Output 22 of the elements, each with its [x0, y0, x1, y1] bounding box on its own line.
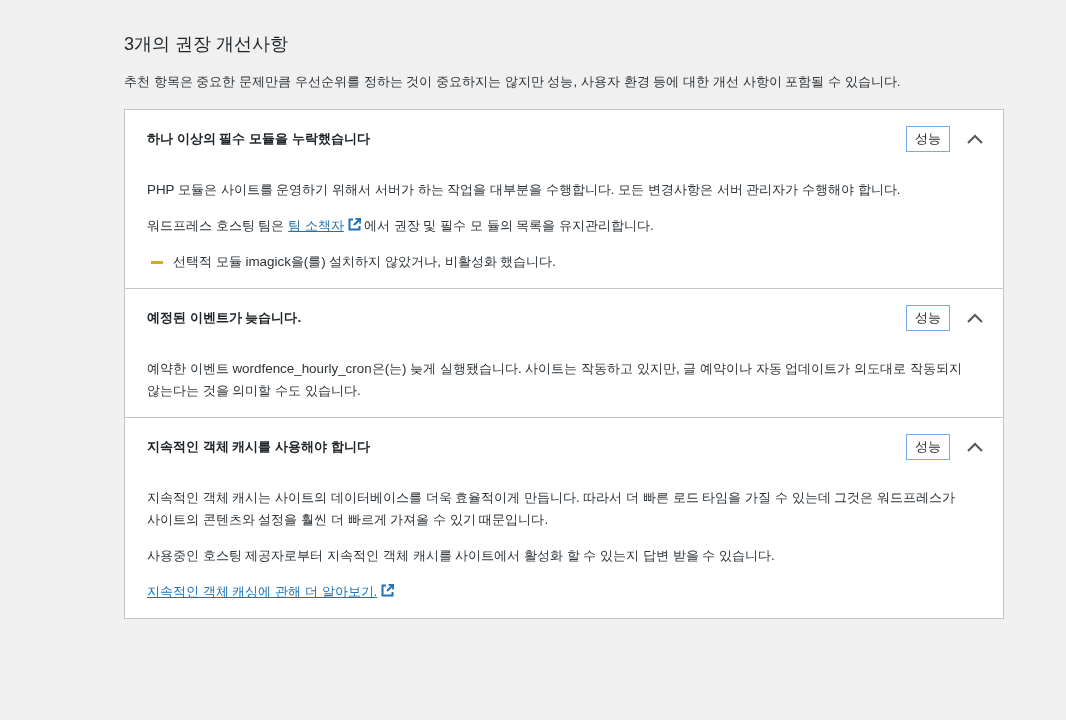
chevron-up-icon	[967, 133, 983, 144]
category-badge: 성능	[906, 304, 950, 331]
paragraph: 예약한 이벤트 wordfence_hourly_cron은(는) 늦게 실행됐습니다. 사이트는 작동하고 있지만, 글 예약이나 자동 업데이트가 의도대로 작동되지 않는다는 것을 의미할 수도 있습니다.	[147, 360, 963, 400]
section-title: 예정된 이벤트가 늦습니다.	[147, 308, 303, 327]
warning-text: 선택적 모듈 imagick을(를) 설치하지 않았거나, 비활성화 했습니다.	[173, 253, 557, 271]
description-text: 추천 항목은 중요한 문제만큼 우선순위를 정하는 것이 중요하지는 않지만 성능, 사용자 환경 등에 대한 개선 사항이 포함될 수 있습니다.	[124, 73, 902, 91]
section-heading: 3개의 권장 개선사항	[124, 33, 288, 56]
link[interactable]: 팀 소책자	[288, 218, 361, 233]
external-link-icon	[381, 584, 395, 597]
paragraph: 지속적인 객체 캐시는 사이트의 데이터베이스를 더욱 효율적이게 만듭니다. 따라서 더 빠른 로드 타임을 가질 수 있는데 그것은 워드프레스가 사이트의 콘텐츠와 설정을 훨씬 더 빠르게 가져올 수 있기 때문입니다.	[147, 489, 956, 529]
section-title: 지속적인 객체 캐시를 사용해야 합니다	[147, 437, 371, 456]
category-badge: 성능	[906, 125, 950, 152]
external-link-icon	[347, 218, 361, 231]
paragraph: 워드프레스 호스팅 팀은 팀 소책자 에서 권장 및 필수 모 듈의 목록을 유지관리합니다.	[147, 217, 655, 235]
category-badge: 성능	[906, 433, 950, 460]
paragraph: PHP 모듈은 사이트를 운영하기 위해서 서버가 하는 작업을 대부분을 수행합니다. 모든 변경사항은 서버 관리자가 수행해야 합니다.	[147, 181, 902, 199]
dash-icon	[151, 260, 163, 264]
chevron-up-icon	[967, 441, 983, 452]
chevron-up-icon	[967, 312, 983, 323]
paragraph: 사용중인 호스팅 제공자로부터 지속적인 객체 캐시를 사이트에서 활성화 할 수 있는지 답변 받을 수 있습니다.	[147, 547, 776, 565]
section-title: 하나 이상의 필수 모듈을 누락했습니다	[147, 129, 371, 148]
link[interactable]: 지속적인 객체 캐싱에 관해 더 알아보기.	[147, 584, 395, 599]
